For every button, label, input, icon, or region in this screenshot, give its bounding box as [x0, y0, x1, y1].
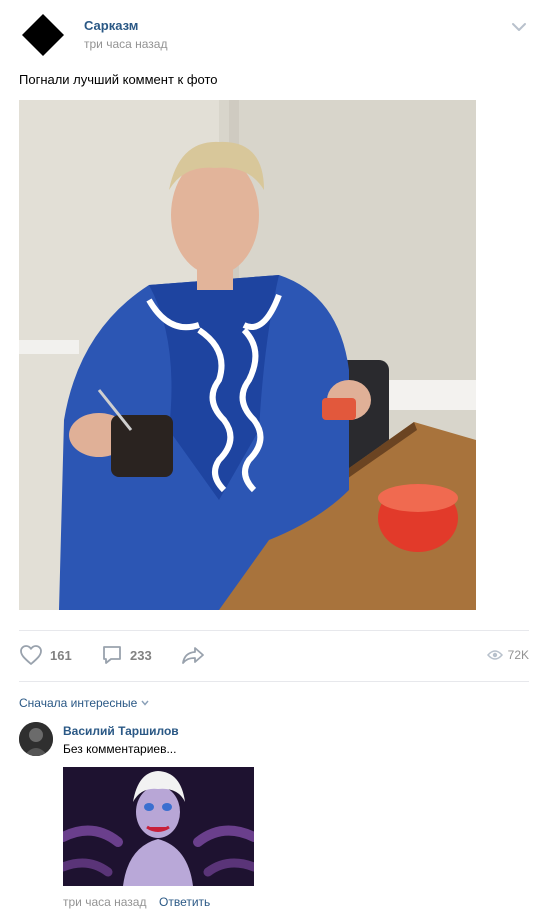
post-header: Сарказм три часа назад: [0, 0, 547, 66]
comment-text: Без комментариев...: [63, 742, 177, 756]
comment-button[interactable]: 233: [101, 640, 152, 670]
comments-sort-dropdown[interactable]: Сначала интересные: [19, 696, 149, 710]
reply-button[interactable]: Ответить: [159, 895, 210, 909]
like-count: 161: [50, 647, 72, 663]
comment-author-name[interactable]: Василий Таршилов: [63, 724, 179, 738]
diamond-logo-icon: [22, 14, 64, 56]
comment-image[interactable]: [63, 767, 254, 886]
comment-icon: [103, 646, 121, 664]
comment-author-avatar[interactable]: [19, 722, 53, 756]
views-count: 72K: [507, 648, 529, 662]
chevron-down-icon[interactable]: [511, 20, 527, 32]
post-photo[interactable]: [19, 100, 476, 610]
views-counter: 72K: [486, 648, 529, 662]
actions-divider: [19, 681, 529, 682]
sort-label: Сначала интересные: [19, 696, 138, 710]
post-time[interactable]: три часа назад: [84, 37, 167, 51]
comment-time[interactable]: три часа назад: [63, 895, 146, 909]
group-avatar[interactable]: [21, 13, 65, 57]
post-actions: 161 233 72K: [0, 640, 547, 674]
share-button[interactable]: [181, 640, 205, 670]
heart-icon: [20, 645, 42, 665]
group-name-link[interactable]: Сарказм: [84, 18, 138, 33]
post-divider: [19, 630, 529, 631]
eye-icon: [486, 650, 503, 660]
post-text: Погнали лучший коммент к фото: [19, 72, 218, 87]
chevron-down-icon: [141, 700, 149, 706]
comment-count: 233: [130, 647, 152, 663]
share-icon: [182, 647, 204, 664]
like-button[interactable]: 161: [19, 640, 72, 670]
